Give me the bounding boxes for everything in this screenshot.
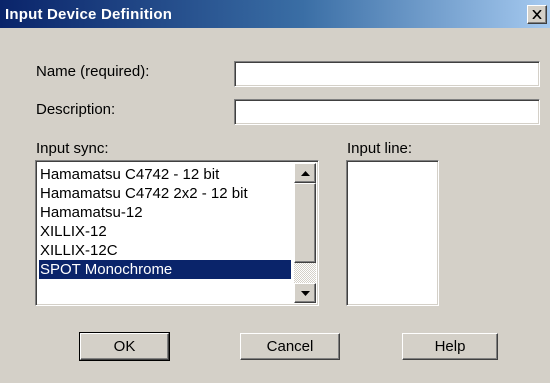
scroll-up-button[interactable] bbox=[294, 163, 316, 183]
help-button[interactable]: Help bbox=[402, 333, 498, 360]
close-icon bbox=[532, 10, 542, 19]
list-item[interactable]: Hamamatsu C4742 2x2 - 12 bit bbox=[39, 184, 248, 203]
arrow-up-icon bbox=[300, 170, 310, 176]
window-title: Input Device Definition bbox=[5, 6, 173, 23]
list-item-selected[interactable]: SPOT Monochrome bbox=[39, 260, 291, 279]
cancel-button[interactable]: Cancel bbox=[240, 333, 340, 360]
list-item[interactable]: XILLIX-12C bbox=[39, 241, 118, 260]
ok-button[interactable]: OK bbox=[79, 332, 170, 361]
scroll-down-button[interactable] bbox=[294, 283, 316, 303]
list-item[interactable]: Hamamatsu-12 bbox=[39, 203, 143, 222]
scrollbar[interactable] bbox=[294, 163, 316, 303]
scroll-thumb[interactable] bbox=[294, 183, 316, 263]
title-bar: Input Device Definition bbox=[0, 0, 550, 28]
input-sync-label: Input sync: bbox=[36, 140, 109, 157]
list-item[interactable]: Hamamatsu C4742 - 12 bit bbox=[39, 165, 219, 184]
description-label: Description: bbox=[36, 101, 116, 118]
input-line-label: Input line: bbox=[347, 140, 413, 157]
list-item[interactable]: XILLIX-12 bbox=[39, 222, 107, 241]
description-field[interactable] bbox=[234, 99, 540, 125]
input-line-listbox[interactable] bbox=[346, 160, 439, 306]
name-label: Name (required): bbox=[36, 63, 150, 80]
close-button[interactable] bbox=[527, 5, 547, 24]
input-sync-listbox[interactable]: Hamamatsu C4742 - 12 bit Hamamatsu C4742… bbox=[35, 160, 319, 306]
arrow-down-icon bbox=[300, 290, 310, 296]
name-field[interactable] bbox=[234, 61, 540, 87]
